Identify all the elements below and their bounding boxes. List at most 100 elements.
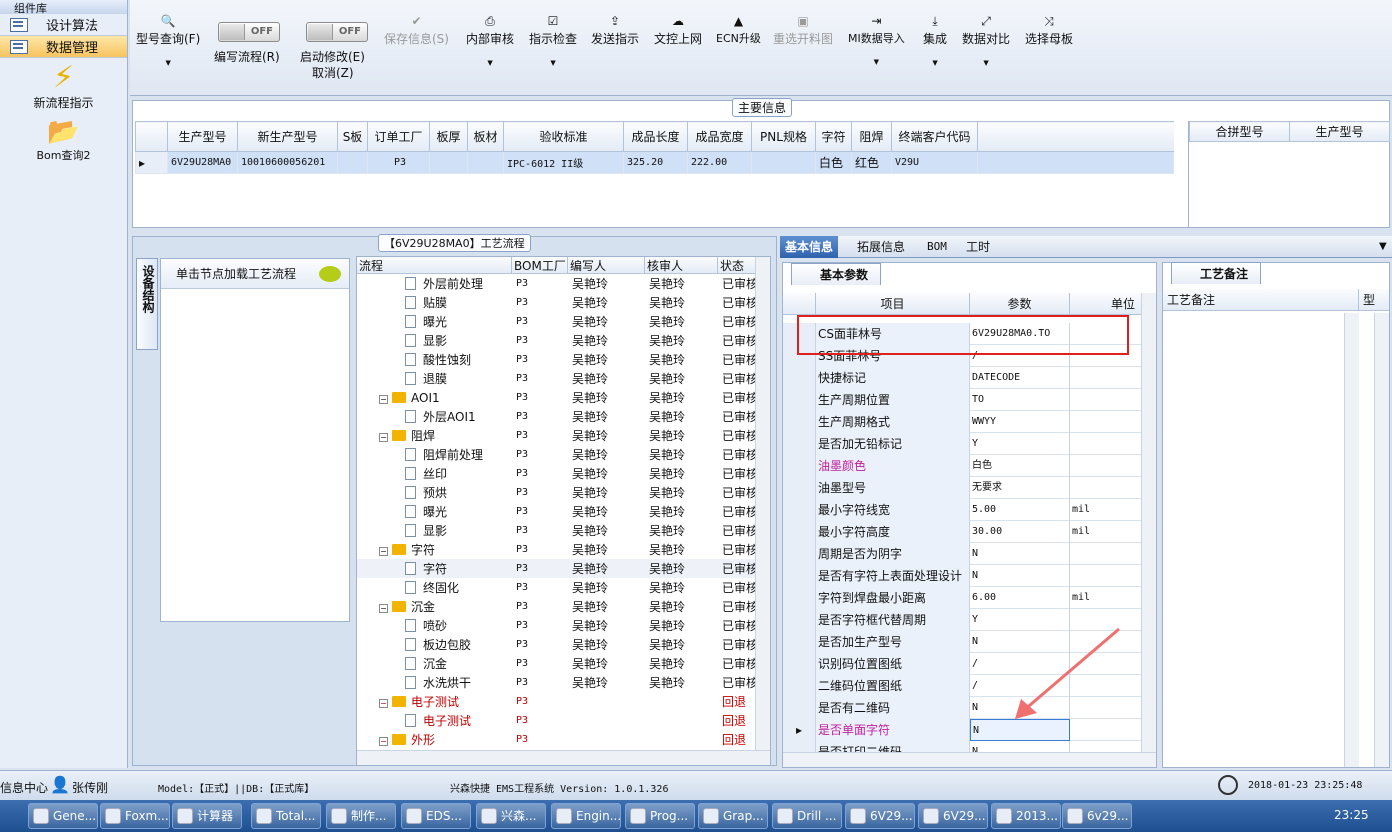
column-header[interactable]: 板材	[467, 121, 504, 152]
tree-row[interactable]: − 沉金 P3 吴艳玲 吴艳玲 已审核	[357, 597, 770, 616]
taskbar-item[interactable]: Gene...	[28, 803, 98, 829]
reviewer-cell[interactable]: 吴艳玲	[645, 655, 718, 672]
bom-factory-cell[interactable]: P3	[512, 525, 568, 536]
tree-node-cell[interactable]: 电子测试	[357, 712, 512, 729]
column-header[interactable]: 工艺备注	[1163, 289, 1359, 310]
column-header[interactable]: BOM工厂	[512, 257, 568, 273]
table-cell[interactable]: 325.20	[623, 151, 688, 174]
bom-factory-cell[interactable]: P3	[512, 373, 568, 384]
status-cell[interactable]: 已审核	[718, 560, 758, 577]
status-cell[interactable]: 已审核	[718, 465, 758, 482]
horizontal-scrollbar[interactable]	[783, 752, 1156, 767]
tree-node-cell[interactable]: 外层前处理	[357, 275, 512, 292]
tree-node-cell[interactable]: 酸性蚀刻	[357, 351, 512, 368]
param-row[interactable]: 油墨型号 无要求	[783, 477, 1141, 499]
table-cell[interactable]: 红色	[851, 151, 892, 174]
bom-factory-cell[interactable]: P3	[512, 411, 568, 422]
tree-row[interactable]: 终固化 P3 吴艳玲 吴艳玲 已审核	[357, 578, 770, 597]
taskbar-item[interactable]: EDS...	[401, 803, 471, 829]
column-header[interactable]: PNL规格	[751, 121, 816, 152]
writer-cell[interactable]: 吴艳玲	[568, 446, 645, 463]
collapse-icon[interactable]: −	[379, 394, 388, 404]
param-value[interactable]: N	[970, 543, 1070, 565]
tree-row[interactable]: 板边包胶 P3 吴艳玲 吴艳玲 已审核	[357, 635, 770, 654]
taskbar-item[interactable]: 6V29...	[918, 803, 988, 829]
start-modify-toggle[interactable]: OFF	[306, 22, 368, 42]
tree-node-cell[interactable]: 水洗烘干	[357, 674, 512, 691]
writer-cell[interactable]: 吴艳玲	[568, 294, 645, 311]
bom-factory-cell[interactable]: P3	[512, 430, 568, 441]
collapse-icon[interactable]: −	[379, 433, 388, 442]
tree-row[interactable]: 水洗烘干 P3 吴艳玲 吴艳玲 已审核	[357, 673, 770, 692]
writer-cell[interactable]: 吴艳玲	[568, 427, 645, 444]
taskbar-item[interactable]: 制作...	[326, 803, 396, 829]
collapse-icon[interactable]: −	[379, 699, 388, 708]
select-master-button[interactable]: ⤨ 选择母板	[1025, 14, 1073, 47]
tree-row[interactable]: 阻焊前处理 P3 吴艳玲 吴艳玲 已审核	[357, 445, 770, 464]
vertical-scrollbar[interactable]	[1344, 313, 1359, 767]
vertical-scrollbar[interactable]	[1374, 313, 1389, 767]
column-header[interactable]: 验收标准	[503, 121, 624, 152]
param-row[interactable]: 字符到焊盘最小距离 6.00 mil	[783, 587, 1141, 609]
column-header[interactable]: 编写人	[568, 257, 645, 273]
column-header[interactable]: 板厚	[429, 121, 468, 152]
tree-row[interactable]: 贴膜 P3 吴艳玲 吴艳玲 已审核	[357, 293, 770, 312]
reviewer-cell[interactable]: 吴艳玲	[645, 351, 718, 368]
param-value[interactable]: TO	[970, 389, 1070, 411]
column-header[interactable]: 参数	[970, 293, 1070, 314]
tree-row[interactable]: 喷砂 P3 吴艳玲 吴艳玲 已审核	[357, 616, 770, 635]
tab-bom[interactable]: BOM	[922, 236, 952, 258]
tree-row[interactable]: − 电子测试 P3 回退	[357, 692, 770, 711]
tree-row[interactable]: 酸性蚀刻 P3 吴艳玲 吴艳玲 已审核	[357, 350, 770, 369]
taskbar-item[interactable]: 计算器	[172, 803, 242, 829]
column-header[interactable]: 阻焊	[851, 121, 892, 152]
bom-query-tool[interactable]: 📂 Bom查询2	[0, 117, 127, 163]
tree-row[interactable]: 显影 P3 吴艳玲 吴艳玲 已审核	[357, 331, 770, 350]
column-header[interactable]: 字符	[815, 121, 852, 152]
table-cell[interactable]: V29U	[891, 151, 978, 174]
param-value[interactable]: 5.00	[970, 499, 1070, 521]
writer-cell[interactable]: 吴艳玲	[568, 560, 645, 577]
reviewer-cell[interactable]: 吴艳玲	[645, 522, 718, 539]
column-header[interactable]: 核审人	[645, 257, 718, 273]
reviewer-cell[interactable]: 吴艳玲	[645, 294, 718, 311]
param-row[interactable]: 生产周期格式 WWYY	[783, 411, 1141, 433]
param-value[interactable]: N	[970, 565, 1070, 587]
tree-row[interactable]: 外层AOI1 P3 吴艳玲 吴艳玲 已审核	[357, 407, 770, 426]
save-info-button[interactable]: ✔ 保存信息(S)	[384, 14, 449, 47]
param-row[interactable]: 最小字符高度 30.00 mil	[783, 521, 1141, 543]
tree-row[interactable]: − 阻焊 P3 吴艳玲 吴艳玲 已审核	[357, 426, 770, 445]
reviewer-cell[interactable]: 吴艳玲	[645, 427, 718, 444]
table-row[interactable]: ▸ 6V29U28MA0 10010600056201 P3 IPC-6012 …	[135, 151, 1174, 174]
param-row[interactable]: 生产周期位置 TO	[783, 389, 1141, 411]
reviewer-cell[interactable]: 吴艳玲	[645, 674, 718, 691]
tree-node-cell[interactable]: 预烘	[357, 484, 512, 501]
status-cell[interactable]: 已审核	[718, 313, 758, 330]
reviewer-cell[interactable]: 吴艳玲	[645, 541, 718, 558]
param-value[interactable]: 白色	[970, 455, 1070, 477]
tree-row[interactable]: 曝光 P3 吴艳玲 吴艳玲 已审核	[357, 502, 770, 521]
bom-factory-cell[interactable]: P3	[512, 316, 568, 327]
tree-row[interactable]: 沉金 P3 吴艳玲 吴艳玲 已审核	[357, 654, 770, 673]
column-header[interactable]: 型	[1359, 289, 1389, 310]
column-header[interactable]: 状态	[718, 257, 758, 273]
param-value[interactable]: 无要求	[970, 477, 1070, 499]
status-cell[interactable]: 已审核	[718, 655, 758, 672]
table-cell[interactable]	[337, 151, 368, 174]
tabbar-dropdown-icon[interactable]: ▼	[1374, 236, 1392, 258]
param-value[interactable]: 30.00	[970, 521, 1070, 543]
writer-cell[interactable]: 吴艳玲	[568, 674, 645, 691]
upload-docs-button[interactable]: ☁ 文控上网	[654, 14, 702, 47]
bom-factory-cell[interactable]: P3	[512, 392, 568, 403]
status-cell[interactable]: 已审核	[718, 579, 758, 596]
status-cell[interactable]: 已审核	[718, 275, 758, 292]
status-cell[interactable]: 已审核	[718, 446, 758, 463]
tree-row[interactable]: 外层前处理 P3 吴艳玲 吴艳玲 已审核	[357, 274, 770, 293]
collapse-icon[interactable]: −	[379, 737, 388, 746]
bom-factory-cell[interactable]: P3	[512, 696, 568, 707]
table-cell[interactable]: 10010600056201	[237, 151, 338, 174]
integrate-button[interactable]: ⤓ 集成 ▼	[923, 14, 947, 67]
tree-node-cell[interactable]: − AOI1	[357, 391, 512, 405]
bom-factory-cell[interactable]: P3	[512, 601, 568, 612]
tree-node-cell[interactable]: 贴膜	[357, 294, 512, 311]
